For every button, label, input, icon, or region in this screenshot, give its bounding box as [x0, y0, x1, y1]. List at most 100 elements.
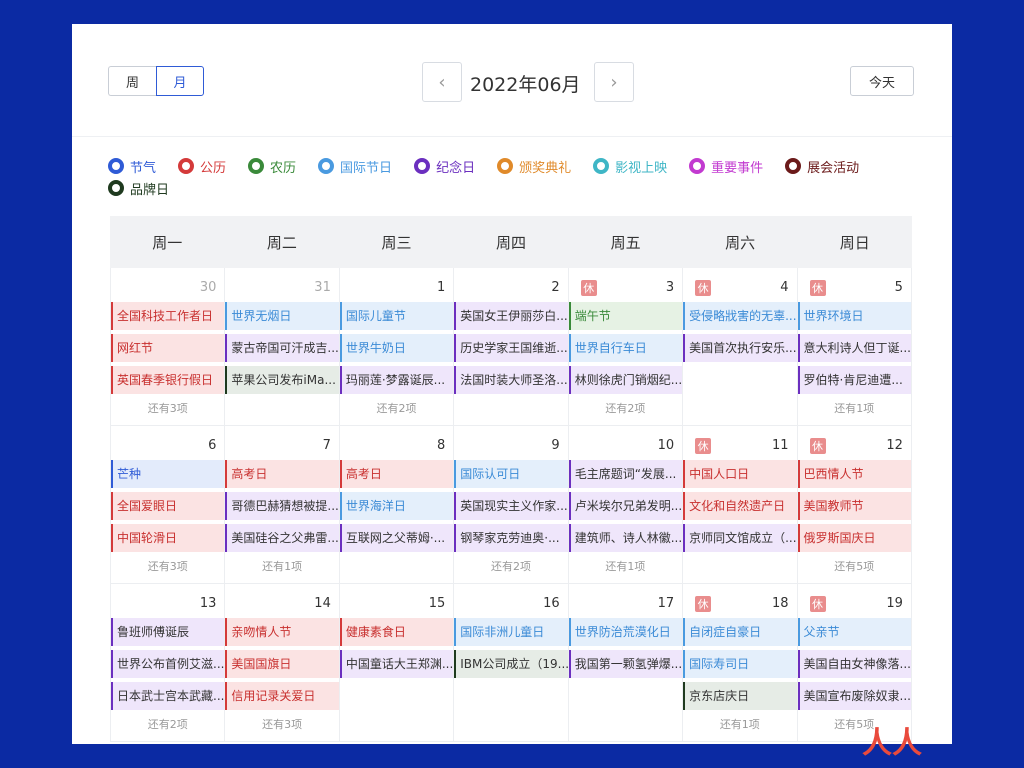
- legend-item[interactable]: 公历: [178, 156, 226, 176]
- calendar-event[interactable]: 哥德巴赫猜想被提...: [225, 492, 339, 520]
- calendar-event[interactable]: 父亲节: [797, 618, 911, 646]
- day-cell[interactable]: 7 高考日 哥德巴赫猜想被提... 美国硅谷之父弗雷... 还有1项: [224, 426, 339, 583]
- day-cell[interactable]: 2 英国女王伊丽莎白... 历史学家王国维逝... 法国时装大师圣洛...: [453, 268, 568, 425]
- today-button[interactable]: 今天: [850, 66, 914, 96]
- calendar-event[interactable]: 全国爱眼日: [111, 492, 225, 520]
- calendar-event[interactable]: 林则徐虎门销烟纪...: [568, 366, 683, 394]
- day-cell[interactable]: 休 11 中国人口日 文化和自然遗产日 京师同文馆成立（...: [682, 426, 797, 583]
- calendar-event[interactable]: 鲁班师傅诞辰: [111, 618, 225, 646]
- calendar-event[interactable]: 文化和自然遗产日: [683, 492, 797, 520]
- calendar-event[interactable]: 世界无烟日: [225, 302, 339, 330]
- calendar-event[interactable]: 美国自由女神像落...: [797, 650, 911, 678]
- calendar-event[interactable]: 我国第一颗氢弹爆...: [568, 650, 683, 678]
- calendar-event[interactable]: 受侵略戕害的无辜...: [683, 302, 797, 330]
- calendar-event[interactable]: 芒种: [111, 460, 225, 488]
- more-events-link[interactable]: 还有1项: [798, 400, 911, 416]
- calendar-event[interactable]: 英国现实主义作家...: [454, 492, 568, 520]
- calendar-event[interactable]: 蒙古帝国可汗成吉...: [225, 334, 339, 362]
- calendar-event[interactable]: 日本武士宫本武藏...: [111, 682, 225, 710]
- calendar-event[interactable]: 国际儿童节: [339, 302, 454, 330]
- calendar-event[interactable]: 端午节: [568, 302, 683, 330]
- calendar-event[interactable]: 美国国旗日: [225, 650, 339, 678]
- calendar-event[interactable]: 罗伯特·肯尼迪遭...: [797, 366, 911, 394]
- next-month-button[interactable]: ›: [594, 62, 634, 102]
- calendar-event[interactable]: 建筑师、诗人林徽...: [568, 524, 683, 552]
- calendar-event[interactable]: 世界自行车日: [568, 334, 683, 362]
- calendar-event[interactable]: 美国宣布废除奴隶...: [797, 682, 911, 710]
- calendar-event[interactable]: 中国人口日: [683, 460, 797, 488]
- day-cell[interactable]: 1 国际儿童节 世界牛奶日 玛丽莲·梦露诞辰... 还有2项: [338, 268, 454, 425]
- calendar-event[interactable]: 历史学家王国维逝...: [454, 334, 568, 362]
- calendar-event[interactable]: 钢琴家克劳迪奥·...: [454, 524, 568, 552]
- calendar-event[interactable]: 美国教师节: [797, 492, 911, 520]
- legend-item[interactable]: 颁奖典礼: [497, 156, 571, 176]
- day-cell[interactable]: 休 18 自闭症自豪日 国际寿司日 京东店庆日 还有1项: [682, 584, 797, 741]
- calendar-event[interactable]: 京师同文馆成立（...: [683, 524, 797, 552]
- legend-item[interactable]: 纪念日: [414, 156, 475, 176]
- legend-item[interactable]: 展会活动: [785, 156, 859, 176]
- calendar-event[interactable]: 俄罗斯国庆日: [797, 524, 911, 552]
- more-events-link[interactable]: 还有2项: [569, 400, 682, 416]
- calendar-event[interactable]: 世界海洋日: [339, 492, 454, 520]
- day-cell[interactable]: 10 毛主席题词“发展... 卢米埃尔兄弟发明... 建筑师、诗人林徽... 还有1项: [567, 426, 683, 583]
- calendar-event[interactable]: 毛主席题词“发展...: [568, 460, 683, 488]
- calendar-event[interactable]: 巴西情人节: [797, 460, 911, 488]
- day-cell[interactable]: 休 5 世界环境日 意大利诗人但丁诞... 罗伯特·肯尼迪遭... 还有1项: [796, 268, 912, 425]
- legend-item[interactable]: 重要事件: [689, 156, 763, 176]
- more-events-link[interactable]: 还有2项: [454, 558, 567, 574]
- more-events-link[interactable]: 还有1项: [569, 558, 682, 574]
- day-cell[interactable]: 休 4 受侵略戕害的无辜... 美国首次执行安乐...: [682, 268, 797, 425]
- month-view-button[interactable]: 月: [156, 66, 204, 96]
- more-events-link[interactable]: 还有1项: [225, 558, 338, 574]
- day-cell[interactable]: 17 世界防治荒漠化日 我国第一颗氢弹爆...: [567, 584, 683, 741]
- calendar-event[interactable]: 世界牛奶日: [339, 334, 454, 362]
- more-events-link[interactable]: 还有5项: [798, 558, 911, 574]
- day-cell[interactable]: 9 国际认可日 英国现实主义作家... 钢琴家克劳迪奥·... 还有2项: [453, 426, 568, 583]
- calendar-event[interactable]: 国际非洲儿童日: [454, 618, 568, 646]
- more-events-link[interactable]: 还有2项: [340, 400, 453, 416]
- day-cell[interactable]: 13 鲁班师傅诞辰 世界公布首例艾滋... 日本武士宫本武藏... 还有2项: [110, 584, 225, 741]
- day-cell[interactable]: 15 健康素食日 中国童话大王郑渊...: [338, 584, 454, 741]
- more-events-link[interactable]: 还有3项: [111, 558, 224, 574]
- calendar-event[interactable]: 卢米埃尔兄弟发明...: [568, 492, 683, 520]
- calendar-event[interactable]: 世界防治荒漠化日: [568, 618, 683, 646]
- prev-month-button[interactable]: ‹: [422, 62, 462, 102]
- calendar-event[interactable]: 亲吻情人节: [225, 618, 339, 646]
- calendar-event[interactable]: 互联网之父蒂姆·...: [339, 524, 454, 552]
- day-cell[interactable]: 6 芒种 全国爱眼日 中国轮滑日 还有3项: [110, 426, 225, 583]
- day-cell[interactable]: 14 亲吻情人节 美国国旗日 信用记录关爱日 还有3项: [224, 584, 339, 741]
- calendar-event[interactable]: 世界公布首例艾滋...: [111, 650, 225, 678]
- calendar-event[interactable]: 美国首次执行安乐...: [683, 334, 797, 362]
- day-cell[interactable]: 16 国际非洲儿童日 IBM公司成立（19...: [453, 584, 568, 741]
- legend-item[interactable]: 品牌日: [108, 178, 169, 198]
- day-cell[interactable]: 30 全国科技工作者日 网红节 英国春季银行假日 还有3项: [110, 268, 225, 425]
- calendar-event[interactable]: 英国春季银行假日: [111, 366, 225, 394]
- calendar-event[interactable]: 美国硅谷之父弗雷...: [225, 524, 339, 552]
- calendar-event[interactable]: 京东店庆日: [683, 682, 797, 710]
- week-view-button[interactable]: 周: [108, 66, 156, 96]
- day-cell[interactable]: 休 3 端午节 世界自行车日 林则徐虎门销烟纪... 还有2项: [567, 268, 683, 425]
- calendar-event[interactable]: 国际认可日: [454, 460, 568, 488]
- calendar-event[interactable]: 信用记录关爱日: [225, 682, 339, 710]
- calendar-event[interactable]: 中国轮滑日: [111, 524, 225, 552]
- legend-item[interactable]: 国际节日: [318, 156, 392, 176]
- calendar-event[interactable]: 网红节: [111, 334, 225, 362]
- more-events-link[interactable]: 还有1项: [683, 716, 796, 732]
- calendar-event[interactable]: IBM公司成立（19...: [454, 650, 568, 678]
- legend-item[interactable]: 节气: [108, 156, 156, 176]
- calendar-event[interactable]: 自闭症自豪日: [683, 618, 797, 646]
- calendar-event[interactable]: 中国童话大王郑渊...: [339, 650, 454, 678]
- calendar-event[interactable]: 法国时装大师圣洛...: [454, 366, 568, 394]
- more-events-link[interactable]: 还有3项: [225, 716, 338, 732]
- calendar-event[interactable]: 健康素食日: [339, 618, 454, 646]
- more-events-link[interactable]: 还有3项: [111, 400, 224, 416]
- calendar-event[interactable]: 世界环境日: [797, 302, 911, 330]
- legend-item[interactable]: 影视上映: [593, 156, 667, 176]
- calendar-event[interactable]: 苹果公司发布iMa...: [225, 366, 339, 394]
- calendar-event[interactable]: 高考日: [225, 460, 339, 488]
- day-cell[interactable]: 31 世界无烟日 蒙古帝国可汗成吉... 苹果公司发布iMa...: [224, 268, 339, 425]
- calendar-event[interactable]: 高考日: [339, 460, 454, 488]
- day-cell[interactable]: 8 高考日 世界海洋日 互联网之父蒂姆·...: [338, 426, 454, 583]
- more-events-link[interactable]: 还有2项: [111, 716, 224, 732]
- calendar-event[interactable]: 国际寿司日: [683, 650, 797, 678]
